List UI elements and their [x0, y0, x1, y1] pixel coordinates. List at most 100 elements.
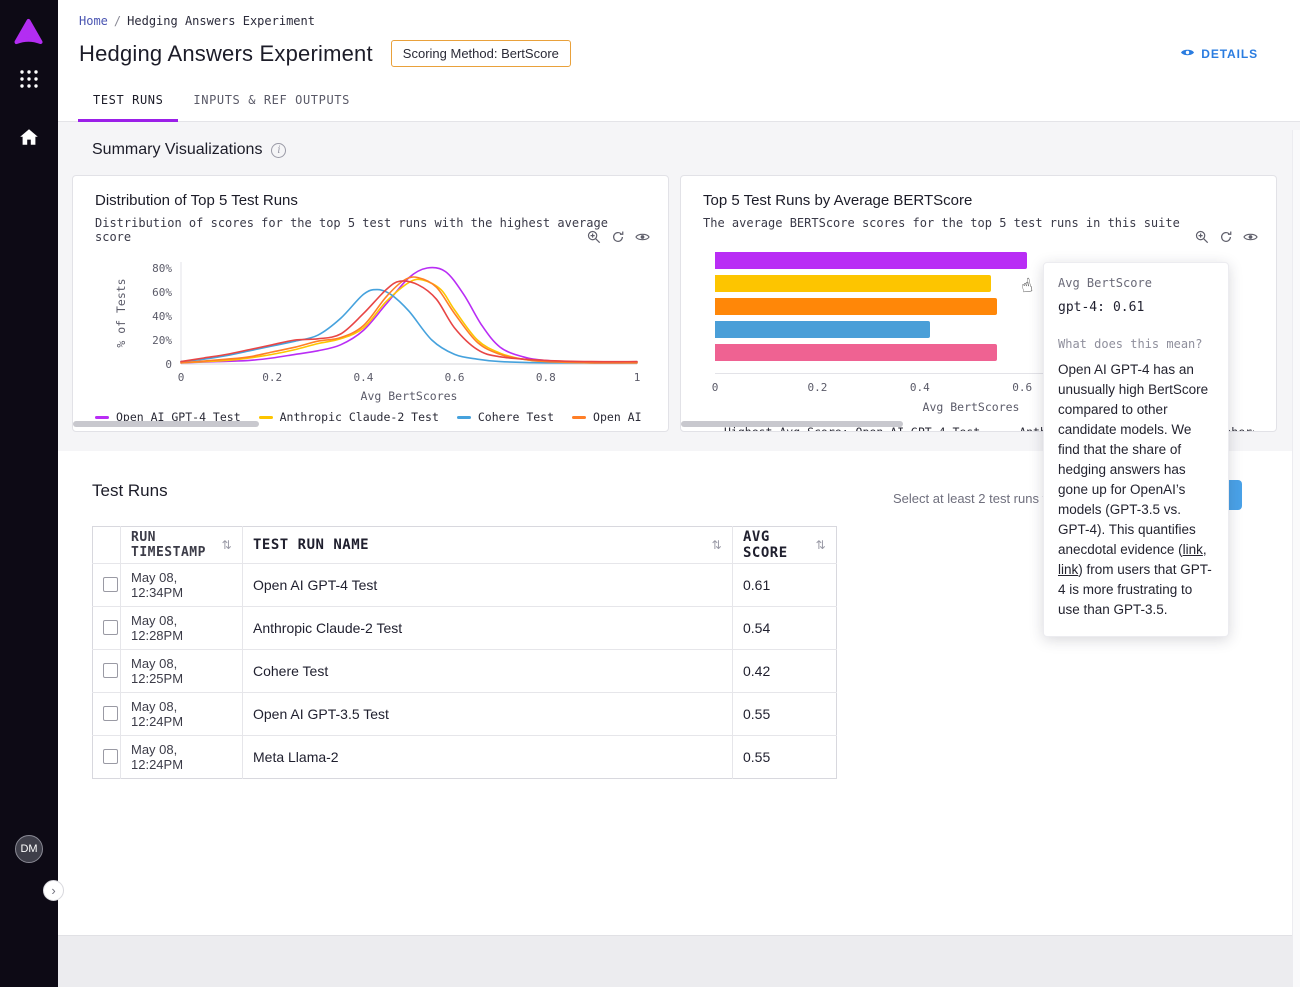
series-line[interactable] — [181, 290, 637, 363]
tab-inputs-ref-outputs[interactable]: INPUTS & REF OUTPUTS — [178, 83, 365, 122]
sidebar: DM › — [0, 0, 58, 987]
test-runs-table: RUN TIMESTAMP⇅ TEST RUN NAME⇅ AVG SCORE⇅… — [92, 526, 837, 779]
top-runs-card-title: Top 5 Test Runs by Average BERTScore — [703, 192, 1254, 209]
tooltip-header: Avg BertScore — [1058, 276, 1214, 290]
chevron-right-icon: › — [51, 884, 55, 897]
svg-text:40%: 40% — [152, 310, 172, 323]
vertical-scrollbar[interactable] — [1292, 130, 1300, 987]
table-row[interactable]: May 08, 12:24PMMeta Llama-20.55 — [93, 736, 837, 779]
bar-anthropic-claude-2-test[interactable] — [715, 275, 991, 292]
zoom-in-icon[interactable] — [1195, 230, 1209, 244]
svg-text:Avg BertScores: Avg BertScores — [361, 389, 458, 403]
row-checkbox[interactable] — [103, 577, 118, 592]
axis-tick: 0 — [712, 381, 719, 394]
row-checkbox[interactable] — [103, 663, 118, 678]
table-header-row: RUN TIMESTAMP⇅ TEST RUN NAME⇅ AVG SCORE⇅ — [93, 527, 837, 564]
test-runs-tbody: May 08, 12:34PMOpen AI GPT-4 Test0.61May… — [93, 564, 837, 779]
page-header: Home/Hedging Answers Experiment Hedging … — [58, 0, 1300, 122]
scoring-method-badge: Scoring Method: BertScore — [391, 40, 571, 67]
sort-icon[interactable]: ⇅ — [711, 538, 722, 552]
row-checkbox[interactable] — [103, 749, 118, 764]
table-row[interactable]: May 08, 12:28PMAnthropic Claude-2 Test0.… — [93, 607, 837, 650]
table-row[interactable]: May 08, 12:25PMCohere Test0.42 — [93, 650, 837, 693]
table-row[interactable]: May 08, 12:24PMOpen AI GPT-3.5 Test0.55 — [93, 693, 837, 736]
eye-icon — [1180, 47, 1195, 61]
table-row[interactable]: May 08, 12:34PMOpen AI GPT-4 Test0.61 — [93, 564, 837, 607]
svg-text:0: 0 — [178, 371, 185, 384]
select-all-header — [93, 527, 121, 564]
svg-text:20%: 20% — [152, 334, 172, 347]
refresh-icon[interactable] — [1219, 230, 1233, 244]
top-runs-card-subtitle: The average BERTScore scores for the top… — [703, 216, 1254, 230]
tooltip-link-1[interactable]: link — [1183, 542, 1203, 557]
details-button[interactable]: DETAILS — [1180, 47, 1258, 61]
tooltip-body: Open AI GPT-4 has an unusually high Bert… — [1058, 360, 1214, 620]
legend-swatch — [572, 416, 586, 419]
row-checkbox[interactable] — [103, 620, 118, 635]
test-run-name-cell: Cohere Test — [243, 650, 733, 693]
run-timestamp-cell: May 08, 12:25PM — [121, 650, 243, 693]
test-run-name-cell: Open AI GPT-4 Test — [243, 564, 733, 607]
apps-grid-icon[interactable] — [18, 68, 40, 95]
tooltip-metric: gpt-4:0.61 — [1058, 300, 1214, 315]
avatar[interactable]: DM — [15, 835, 43, 863]
run-timestamp-cell: May 08, 12:28PM — [121, 607, 243, 650]
axis-tick: 0.2 — [807, 381, 827, 394]
chart-tooltip: Avg BertScore gpt-4:0.61 What does this … — [1043, 262, 1229, 637]
visibility-icon[interactable] — [635, 231, 650, 243]
svg-text:% of Tests: % of Tests — [114, 278, 128, 347]
breadcrumb-current: Hedging Answers Experiment — [127, 14, 315, 28]
tab-test-runs[interactable]: TEST RUNS — [78, 83, 178, 122]
series-line[interactable] — [181, 281, 637, 362]
svg-text:60%: 60% — [152, 286, 172, 299]
svg-text:80%: 80% — [152, 262, 172, 275]
test-run-name-cell: Open AI GPT-3.5 Test — [243, 693, 733, 736]
page-title: Hedging Answers Experiment — [79, 41, 373, 67]
zoom-in-icon[interactable] — [587, 230, 601, 244]
selection-hint: Select at least 2 test runs to c — [893, 491, 1064, 506]
bar-meta-llama-2[interactable] — [715, 344, 997, 361]
checkbox-cell — [93, 607, 121, 650]
legend-swatch — [95, 416, 109, 419]
legend-swatch — [703, 431, 717, 433]
avg-score-cell: 0.54 — [733, 607, 837, 650]
tooltip-link-2[interactable]: link — [1058, 562, 1078, 577]
footer — [58, 935, 1300, 987]
bar-open-ai-gpt-3-5-test[interactable] — [715, 298, 997, 315]
scrollbar-thumb[interactable] — [73, 421, 259, 427]
axis-tick: 0.4 — [910, 381, 930, 394]
app-logo-icon[interactable] — [13, 18, 44, 50]
row-checkbox[interactable] — [103, 706, 118, 721]
details-label: DETAILS — [1201, 47, 1258, 61]
home-icon[interactable] — [19, 128, 39, 151]
avg-score-cell: 0.55 — [733, 736, 837, 779]
info-icon[interactable]: i — [271, 143, 286, 158]
distribution-card: Distribution of Top 5 Test Runs Distribu… — [72, 175, 669, 432]
distribution-card-title: Distribution of Top 5 Test Runs — [95, 192, 646, 209]
distribution-card-subtitle: Distribution of scores for the top 5 tes… — [95, 216, 646, 244]
run-timestamp-cell: May 08, 12:24PM — [121, 736, 243, 779]
checkbox-cell — [93, 736, 121, 779]
test-run-name-cell: Anthropic Claude-2 Test — [243, 607, 733, 650]
column-test-run-name[interactable]: TEST RUN NAME⇅ — [243, 527, 733, 564]
bar-cohere-test[interactable] — [715, 321, 930, 338]
checkbox-cell — [93, 693, 121, 736]
column-avg-score[interactable]: AVG SCORE⇅ — [733, 527, 837, 564]
tooltip-question: What does this mean? — [1058, 337, 1214, 351]
horizontal-scrollbar — [73, 421, 666, 427]
run-timestamp-cell: May 08, 12:34PM — [121, 564, 243, 607]
tab-bar: TEST RUNS INPUTS & REF OUTPUTS — [58, 83, 1300, 122]
run-timestamp-cell: May 08, 12:24PM — [121, 693, 243, 736]
checkbox-cell — [93, 564, 121, 607]
breadcrumb-home-link[interactable]: Home — [79, 14, 108, 28]
column-run-timestamp[interactable]: RUN TIMESTAMP⇅ — [121, 527, 243, 564]
svg-text:0: 0 — [165, 358, 172, 371]
sidebar-expand-button[interactable]: › — [43, 880, 64, 901]
sort-icon[interactable]: ⇅ — [815, 538, 826, 552]
bar-open-ai-gpt-4-test[interactable] — [715, 252, 1027, 269]
refresh-icon[interactable] — [611, 230, 625, 244]
checkbox-cell — [93, 650, 121, 693]
visibility-icon[interactable] — [1243, 231, 1258, 243]
sort-icon[interactable]: ⇅ — [221, 538, 232, 552]
scrollbar-thumb[interactable] — [681, 421, 903, 427]
